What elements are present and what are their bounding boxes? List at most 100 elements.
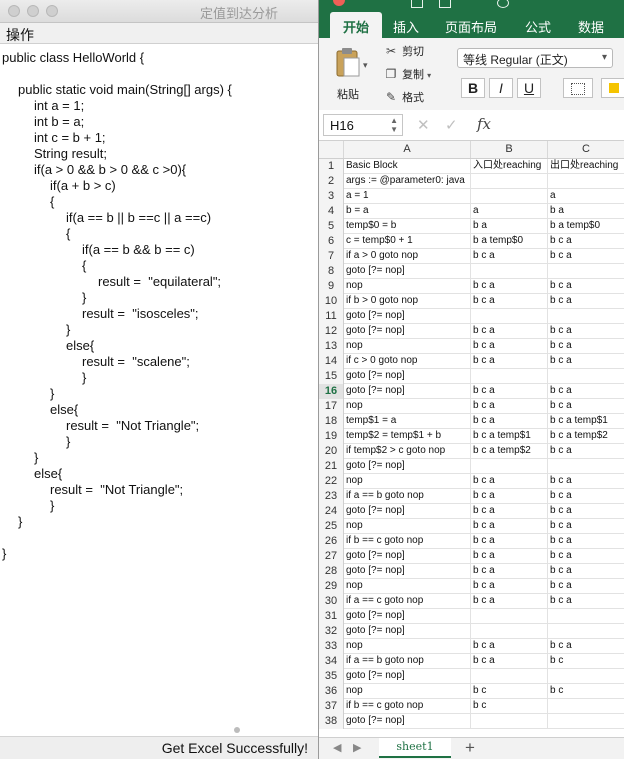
cell-b[interactable]: b c a [471, 534, 548, 549]
prev-sheet-icon[interactable]: ◀ [333, 741, 341, 754]
row-header[interactable]: 30 [319, 594, 344, 609]
cell-c[interactable]: b c a [548, 354, 624, 369]
cell-b[interactable] [471, 309, 548, 324]
cell-b[interactable] [471, 714, 548, 729]
cell-c[interactable]: b c a [548, 249, 624, 264]
cell-b[interactable]: b c a [471, 279, 548, 294]
cell-a[interactable]: Basic Block [344, 159, 471, 174]
borders-button[interactable] [563, 78, 593, 98]
paste-button[interactable]: ▾ 粘贴 [329, 44, 369, 102]
row-header[interactable]: 4 [319, 204, 344, 219]
cell-c[interactable]: b c a [548, 504, 624, 519]
cell-c[interactable]: b c a temp$1 [548, 414, 624, 429]
cell-a[interactable]: args := @parameter0: java [344, 174, 471, 189]
cell-a[interactable]: nop [344, 639, 471, 654]
cell-a[interactable]: goto [?= nop] [344, 369, 471, 384]
italic-button[interactable]: I [489, 78, 513, 98]
row-header[interactable]: 18 [319, 414, 344, 429]
row-header[interactable]: 7 [319, 249, 344, 264]
cell-b[interactable]: b c a [471, 489, 548, 504]
tab-insert[interactable]: 插入 [393, 17, 419, 36]
row-header[interactable]: 10 [319, 294, 344, 309]
row-header[interactable]: 34 [319, 654, 344, 669]
row-header[interactable]: 20 [319, 444, 344, 459]
cell-a[interactable]: goto [?= nop] [344, 624, 471, 639]
cell-b[interactable]: b c a [471, 324, 548, 339]
cell-c[interactable] [548, 669, 624, 684]
cell-b[interactable]: b c a [471, 414, 548, 429]
cell-c[interactable]: b c a [548, 639, 624, 654]
cell-a[interactable]: goto [?= nop] [344, 504, 471, 519]
cell-b[interactable] [471, 189, 548, 204]
cell-b[interactable]: b c a [471, 549, 548, 564]
cell-b[interactable] [471, 369, 548, 384]
cell-c[interactable] [548, 714, 624, 729]
cell-a[interactable]: goto [?= nop] [344, 564, 471, 579]
cell-c[interactable]: b c a [548, 339, 624, 354]
cell-b[interactable]: b c a [471, 504, 548, 519]
cell-b[interactable]: b c a [471, 294, 548, 309]
row-header[interactable]: 32 [319, 624, 344, 639]
cell-b[interactable] [471, 174, 548, 189]
cell-a[interactable]: goto [?= nop] [344, 669, 471, 684]
tab-home[interactable]: 开始 [330, 12, 382, 38]
cell-c[interactable]: 出口处reaching [548, 159, 624, 174]
cell-b[interactable]: b a temp$0 [471, 234, 548, 249]
cell-a[interactable]: if temp$2 > c goto nop [344, 444, 471, 459]
row-header[interactable]: 38 [319, 714, 344, 729]
cell-c[interactable]: b c a [548, 564, 624, 579]
tab-data[interactable]: 数据 [578, 17, 604, 36]
cell-b[interactable] [471, 459, 548, 474]
menu-operations[interactable]: 操作 [6, 25, 34, 45]
cell-a[interactable]: goto [?= nop] [344, 549, 471, 564]
cell-c[interactable]: b c a [548, 519, 624, 534]
cell-a[interactable]: if b == c goto nop [344, 534, 471, 549]
cell-c[interactable]: b c a [548, 594, 624, 609]
cell-a[interactable]: goto [?= nop] [344, 264, 471, 279]
row-header[interactable]: 36 [319, 684, 344, 699]
cell-b[interactable]: b c a [471, 579, 548, 594]
cell-a[interactable]: temp$1 = a [344, 414, 471, 429]
cell-a[interactable]: nop [344, 474, 471, 489]
row-header[interactable]: 12 [319, 324, 344, 339]
sheet-tab[interactable]: sheet1 [379, 738, 451, 758]
cell-b[interactable]: b a [471, 219, 548, 234]
cell-c[interactable]: b a temp$0 [548, 219, 624, 234]
cell-a[interactable]: b = a [344, 204, 471, 219]
cell-b[interactable]: b c a [471, 474, 548, 489]
row-header[interactable]: 29 [319, 579, 344, 594]
row-header[interactable]: 37 [319, 699, 344, 714]
cell-c[interactable]: b c a [548, 489, 624, 504]
cell-c[interactable]: b a [548, 204, 624, 219]
resize-handle[interactable] [234, 727, 240, 733]
row-header[interactable]: 31 [319, 609, 344, 624]
cell-a[interactable]: temp$0 = b [344, 219, 471, 234]
cell-a[interactable]: if a > 0 goto nop [344, 249, 471, 264]
cell-a[interactable]: if b > 0 goto nop [344, 294, 471, 309]
add-sheet-button[interactable]: + [465, 738, 475, 758]
cell-a[interactable]: nop [344, 339, 471, 354]
row-header[interactable]: 21 [319, 459, 344, 474]
cell-c[interactable]: b c a [548, 399, 624, 414]
paste-dropdown-icon[interactable]: ▾ [363, 60, 368, 71]
cell-a[interactable]: if c > 0 goto nop [344, 354, 471, 369]
row-header[interactable]: 14 [319, 354, 344, 369]
excel-close-button[interactable] [333, 0, 345, 6]
cell-a[interactable]: c = temp$0 + 1 [344, 234, 471, 249]
cell-c[interactable] [548, 369, 624, 384]
row-header[interactable]: 2 [319, 174, 344, 189]
cell-b[interactable]: b c a [471, 384, 548, 399]
row-header[interactable]: 28 [319, 564, 344, 579]
cell-c[interactable] [548, 264, 624, 279]
cell-b[interactable]: a [471, 204, 548, 219]
underline-button[interactable]: U [517, 78, 541, 98]
cell-b[interactable] [471, 264, 548, 279]
row-header[interactable]: 19 [319, 429, 344, 444]
row-header[interactable]: 17 [319, 399, 344, 414]
cell-c[interactable]: b c a [548, 294, 624, 309]
tab-page-layout[interactable]: 页面布局 [445, 17, 497, 36]
undo-icon[interactable] [439, 0, 451, 8]
cell-a[interactable]: if a == c goto nop [344, 594, 471, 609]
cell-b[interactable]: b c [471, 699, 548, 714]
cut-button[interactable]: ✂ 剪切 [383, 43, 424, 59]
